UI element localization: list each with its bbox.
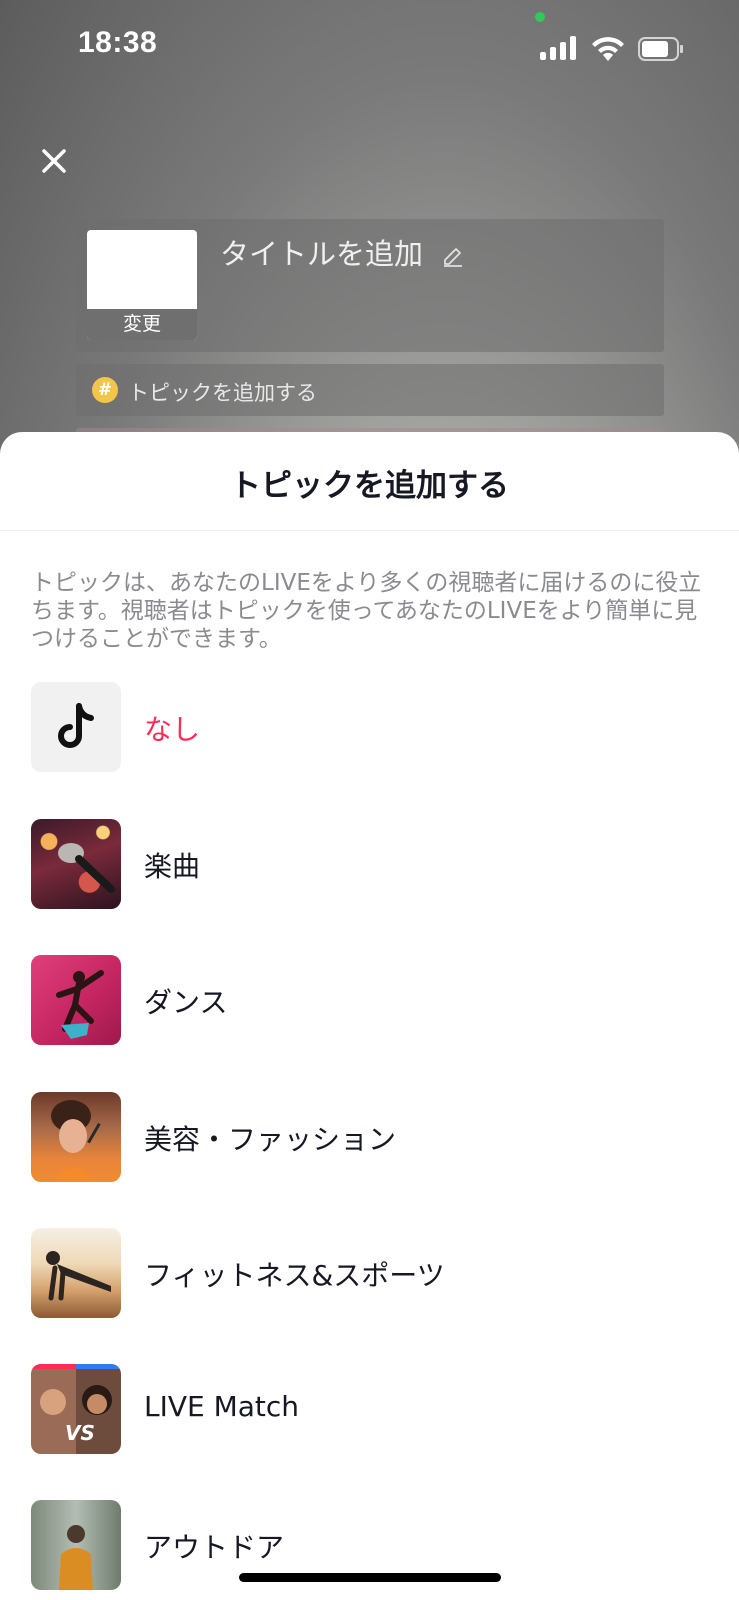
live-setup-card: 変更 タイトルを追加 <box>76 219 664 352</box>
dancer-photo <box>31 955 121 1045</box>
tiktok-logo-icon <box>31 682 121 772</box>
svg-text:VS: VS <box>65 1421 95 1445</box>
close-icon[interactable] <box>38 145 70 177</box>
topic-item-dance[interactable]: ダンス <box>0 955 739 1047</box>
add-topic-label: トピックを追加する <box>128 381 317 405</box>
topic-label: ダンス <box>144 986 228 1019</box>
add-topic-button[interactable]: # トピックを追加する <box>76 364 664 416</box>
versus-photo: VS <box>31 1364 121 1454</box>
topic-label: なし <box>144 713 201 746</box>
status-bar: 18:38 <box>0 0 739 100</box>
topic-item-none[interactable]: なし <box>0 682 739 774</box>
topic-label: 美容・ファッション <box>144 1123 397 1156</box>
battery-icon <box>638 37 683 61</box>
makeup-photo <box>31 1092 121 1182</box>
topic-item-beauty-fashion[interactable]: 美容・ファッション <box>0 1092 739 1184</box>
wifi-icon <box>592 37 624 61</box>
sheet-header: トピックを追加する <box>0 432 739 531</box>
camera-in-use-indicator <box>535 12 545 22</box>
sheet-title: トピックを追加する <box>230 468 509 504</box>
live-thumbnail[interactable]: 変更 <box>87 230 197 340</box>
topic-item-music[interactable]: 楽曲 <box>0 819 739 911</box>
topic-label: 楽曲 <box>144 850 201 883</box>
hiker-photo <box>31 1500 121 1590</box>
home-indicator <box>239 1573 501 1582</box>
pencil-icon <box>444 248 463 267</box>
title-input[interactable]: タイトルを追加 <box>220 231 464 273</box>
topic-label: アウトドア <box>144 1531 285 1564</box>
topic-item-fitness-sports[interactable]: フィットネス&スポーツ <box>0 1228 739 1320</box>
topic-label: LIVE Match <box>144 1390 300 1423</box>
topic-label: フィットネス&スポーツ <box>144 1259 445 1292</box>
pushup-photo <box>31 1228 121 1318</box>
cellular-signal-icon <box>540 36 578 60</box>
microphone-photo <box>31 819 121 909</box>
topic-item-live-match[interactable]: VS LIVE Match <box>0 1364 739 1456</box>
topic-bottom-sheet: トピックを追加する トピックは、あなたのLIVEをより多くの視聴者に届けるのに役… <box>0 432 739 1600</box>
title-placeholder: タイトルを追加 <box>220 237 424 271</box>
status-time: 18:38 <box>78 26 158 59</box>
thumbnail-change-label[interactable]: 変更 <box>87 309 197 340</box>
sheet-description: トピックは、あなたのLIVEをより多くの視聴者に届けるのに役立ちます。視聴者はト… <box>31 570 702 652</box>
hashtag-icon: # <box>92 377 118 403</box>
